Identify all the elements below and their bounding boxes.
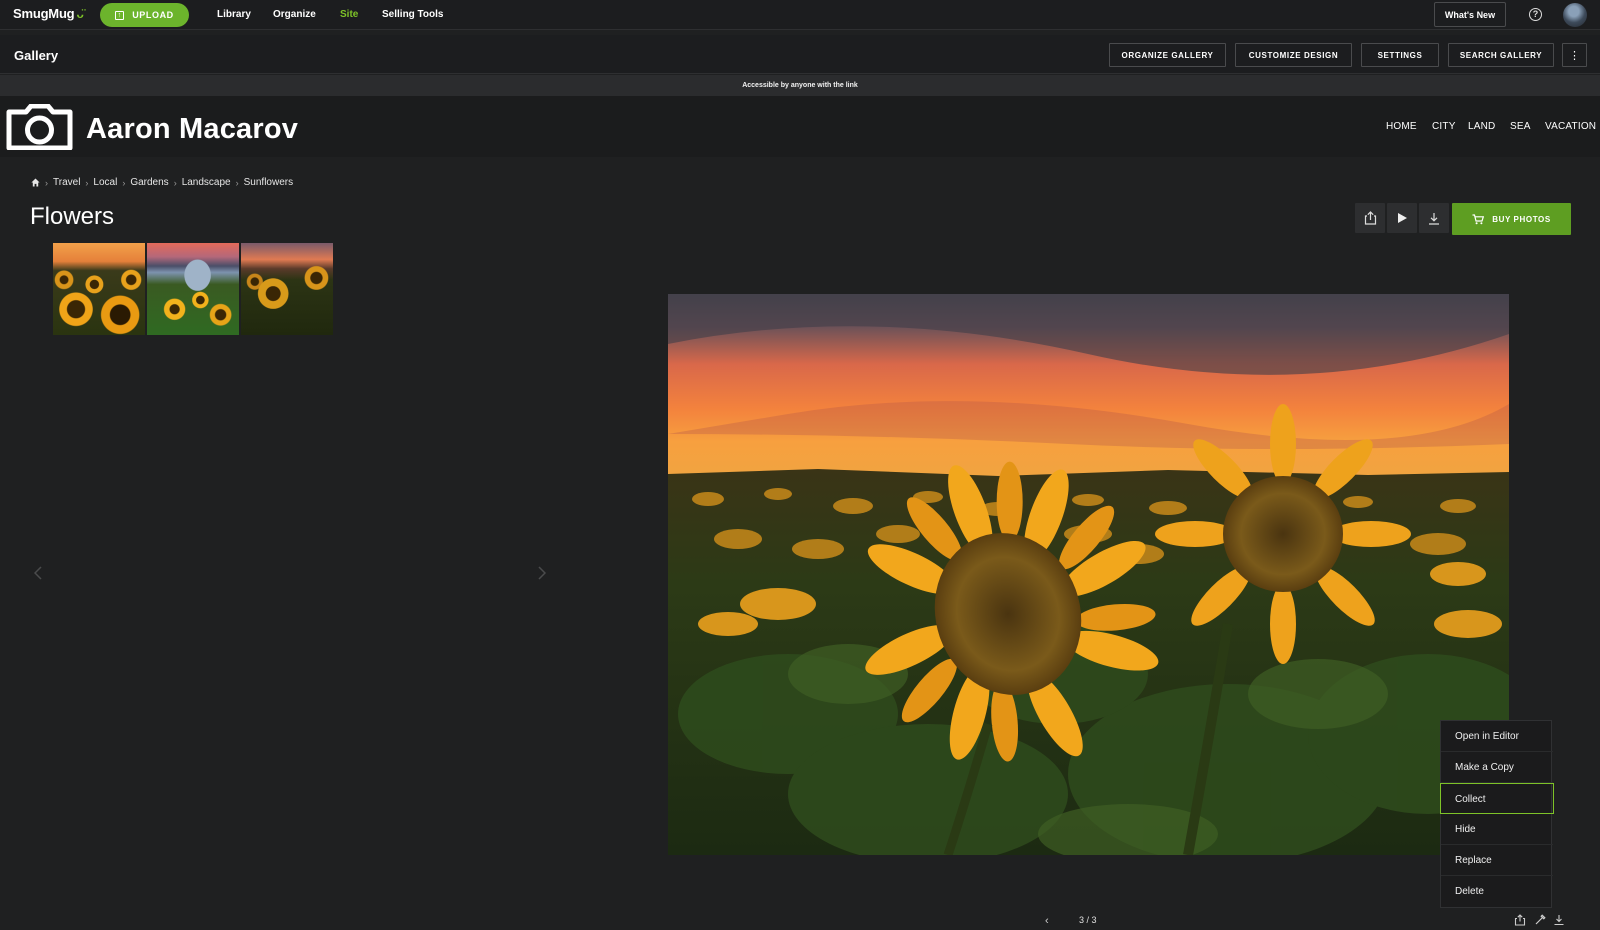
thumbnail-2[interactable]	[147, 243, 239, 335]
upload-icon: ↑	[115, 10, 125, 20]
help-icon[interactable]: ?	[1529, 8, 1542, 21]
site-nav-city[interactable]: CITY	[1432, 121, 1456, 132]
nav-selling-tools[interactable]: Selling Tools	[382, 9, 443, 20]
more-options-button[interactable]: ⋮	[1562, 43, 1587, 67]
breadcrumb-separator: ›	[45, 177, 48, 188]
customize-design-button[interactable]: CUSTOMIZE DESIGN	[1235, 43, 1352, 67]
access-notice: Accessible by anyone with the link	[0, 75, 1600, 96]
breadcrumb-separator: ›	[122, 177, 126, 188]
chevron-left-icon[interactable]	[34, 566, 42, 580]
breadcrumb-item-gardens[interactable]: Gardens	[130, 177, 168, 188]
share-icon[interactable]	[1514, 914, 1526, 926]
site-name[interactable]: Aaron Macarov	[86, 113, 298, 146]
breadcrumb-item-sunflowers[interactable]: Sunflowers	[244, 177, 293, 188]
main-photo[interactable]	[668, 294, 1509, 855]
breadcrumb-item-travel[interactable]: Travel	[53, 177, 80, 188]
menu-replace[interactable]: Replace	[1441, 845, 1553, 876]
search-gallery-button[interactable]: SEARCH GALLERY	[1448, 43, 1554, 67]
upload-label: UPLOAD	[132, 10, 174, 20]
top-app-bar: SmugMug ᴗ̈ ↑ UPLOAD Library Organize Site…	[0, 0, 1600, 30]
download-icon	[1429, 212, 1439, 225]
cart-icon	[1472, 213, 1485, 224]
site-nav-land[interactable]: LAND	[1468, 121, 1495, 132]
pager-position: 3 / 3	[1079, 915, 1097, 925]
gallery-label: Gallery	[14, 48, 59, 63]
nav-organize[interactable]: Organize	[273, 9, 316, 20]
breadcrumb-separator: ›	[235, 177, 239, 188]
thumbnail-3[interactable]	[241, 243, 333, 335]
breadcrumb-separator: ›	[85, 177, 89, 188]
site-header: Aaron Macarov HOME CITY LAND SEA VACATIO…	[0, 96, 1600, 157]
download-icon[interactable]	[1553, 914, 1565, 926]
site-nav-home[interactable]: HOME	[1386, 121, 1417, 132]
home-icon[interactable]	[31, 178, 40, 187]
sunflower-field-photo	[668, 294, 1509, 855]
breadcrumb-separator: ›	[173, 177, 177, 188]
edit-icon[interactable]	[1534, 914, 1546, 926]
breadcrumb-item-local[interactable]: Local	[93, 177, 117, 188]
share-icon	[1364, 211, 1376, 225]
buy-photos-label: BUY PHOTOS	[1492, 214, 1551, 224]
menu-open-in-editor[interactable]: Open in Editor	[1441, 721, 1553, 752]
avatar[interactable]	[1563, 3, 1587, 27]
breadcrumb-item-landscape[interactable]: Landscape	[182, 177, 231, 188]
camera-logo-icon[interactable]	[6, 104, 73, 150]
breadcrumb: › Travel › Local › Gardens › Landscape ›…	[31, 177, 293, 188]
gallery-toolbar: Gallery ORGANIZE GALLERY CUSTOMIZE DESIG…	[0, 35, 1600, 74]
chevron-right-icon[interactable]	[538, 566, 546, 580]
site-nav-vacation[interactable]: VACATION	[1545, 121, 1596, 132]
menu-collect[interactable]: Collect	[1440, 783, 1554, 814]
nav-site[interactable]: Site	[340, 9, 358, 20]
buy-photos-button[interactable]: BUY PHOTOS	[1452, 203, 1571, 235]
smugmug-logo[interactable]: SmugMug ᴗ̈	[13, 6, 84, 21]
share-button[interactable]	[1355, 203, 1385, 233]
organize-gallery-button[interactable]: ORGANIZE GALLERY	[1109, 43, 1226, 67]
photo-context-menu: Open in Editor Make a Copy Collect Hide …	[1440, 720, 1554, 908]
nav-library[interactable]: Library	[217, 9, 251, 20]
settings-button[interactable]: SETTINGS	[1361, 43, 1439, 67]
slideshow-button[interactable]	[1387, 203, 1417, 233]
thumbnail-1[interactable]	[53, 243, 145, 335]
play-icon	[1397, 213, 1407, 223]
menu-hide[interactable]: Hide	[1441, 814, 1553, 845]
menu-make-a-copy[interactable]: Make a Copy	[1441, 752, 1553, 783]
upload-button[interactable]: ↑ UPLOAD	[100, 3, 189, 27]
site-nav-sea[interactable]: SEA	[1510, 121, 1531, 132]
whats-new-button[interactable]: What's New	[1434, 2, 1506, 27]
download-button[interactable]	[1419, 203, 1449, 233]
page-title: Flowers	[30, 203, 115, 230]
menu-delete[interactable]: Delete	[1441, 876, 1553, 907]
smile-logo-icon: ᴗ̈	[76, 7, 84, 21]
chevron-left-icon[interactable]: ‹	[1045, 915, 1049, 927]
